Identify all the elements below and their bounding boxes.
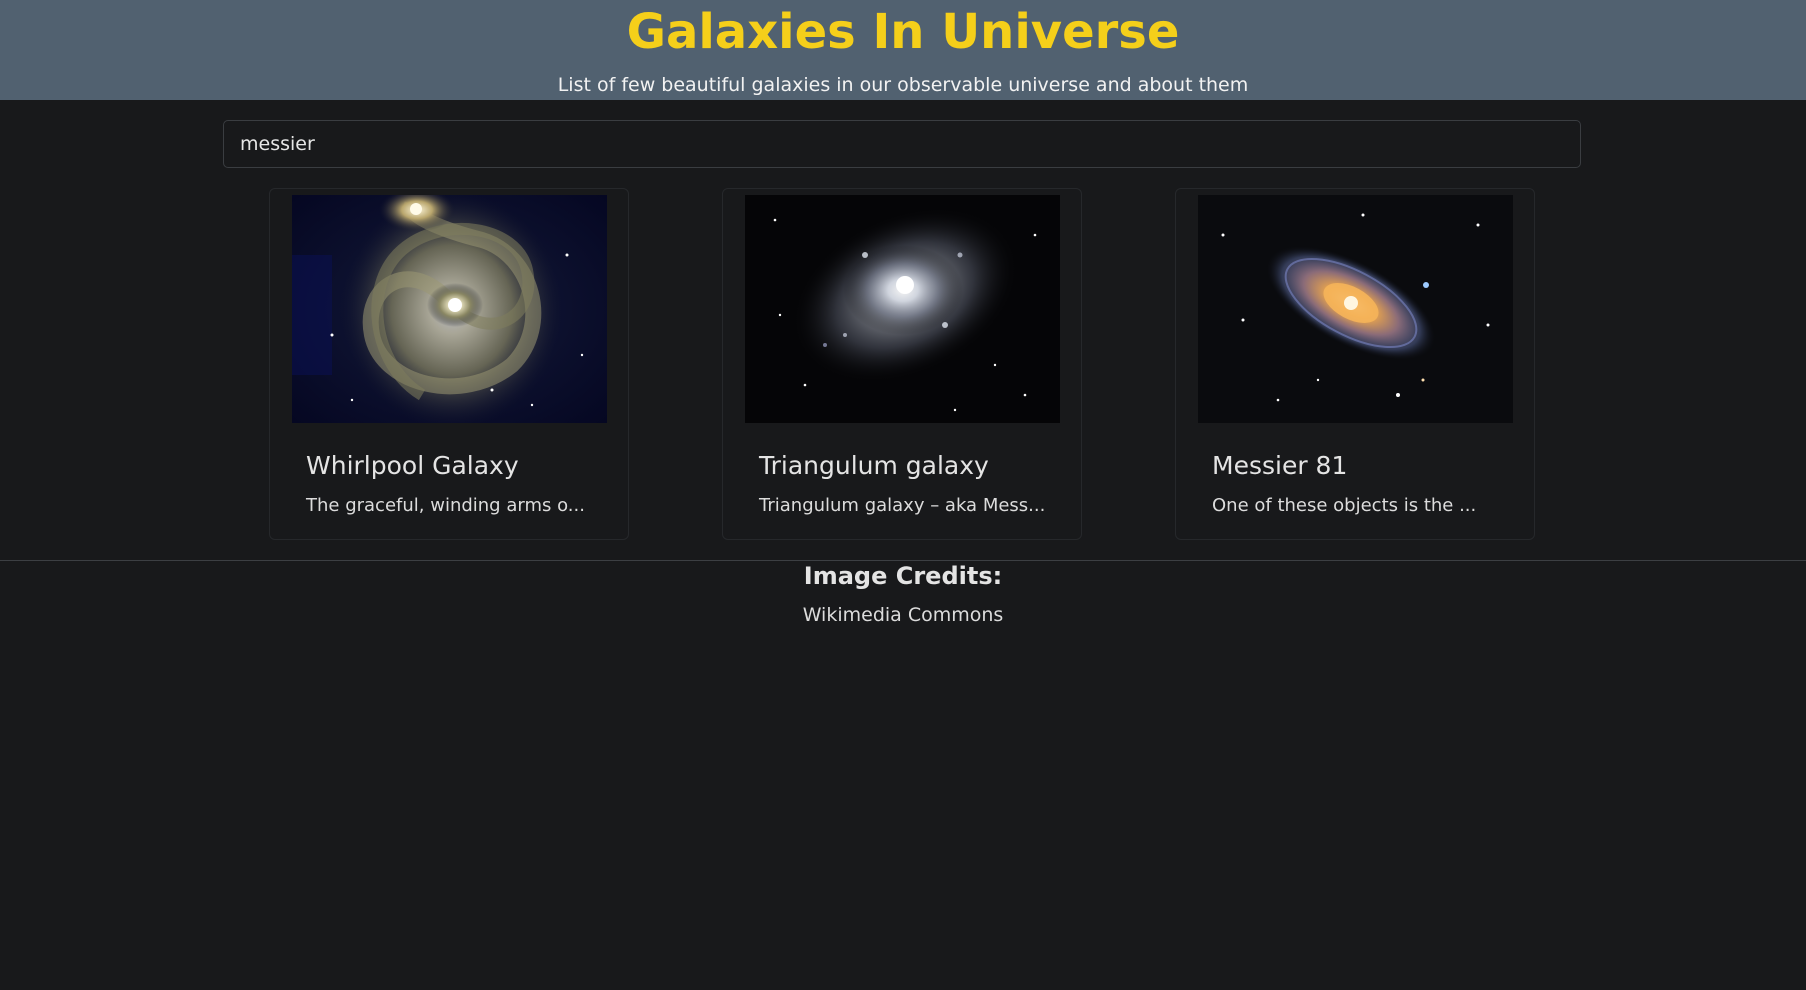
galaxy-image-messier-81	[1198, 195, 1513, 423]
galaxy-card-title: Messier 81	[1212, 451, 1348, 480]
galaxy-card-title: Whirlpool Galaxy	[306, 451, 519, 480]
image-credits-source: Wikimedia Commons	[802, 604, 1004, 626]
footer-divider	[0, 560, 1806, 561]
page-header: Galaxies In Universe List of few beautif…	[0, 0, 1806, 100]
image-credits-title: Image Credits:	[803, 562, 1003, 590]
galaxy-card-description: One of these objects is the ...	[1212, 495, 1477, 516]
search-input[interactable]	[223, 120, 1581, 168]
galaxy-card-triangulum[interactable]: Triangulum galaxy Triangulum galaxy – ak…	[722, 188, 1082, 540]
galaxy-card-description: Triangulum galaxy – aka Mess...	[759, 495, 1046, 516]
galaxy-card-whirlpool[interactable]: Whirlpool Galaxy The graceful, winding a…	[269, 188, 629, 540]
page-subtitle: List of few beautiful galaxies in our ob…	[557, 74, 1249, 96]
galaxy-card-title: Triangulum galaxy	[759, 451, 989, 480]
galaxy-card-messier-81[interactable]: Messier 81 One of these objects is the .…	[1175, 188, 1535, 540]
galaxy-image-whirlpool	[292, 195, 607, 423]
galaxy-card-description: The graceful, winding arms o...	[306, 495, 585, 516]
galaxy-image-triangulum	[745, 195, 1060, 423]
page-title: Galaxies In Universe	[626, 4, 1180, 60]
